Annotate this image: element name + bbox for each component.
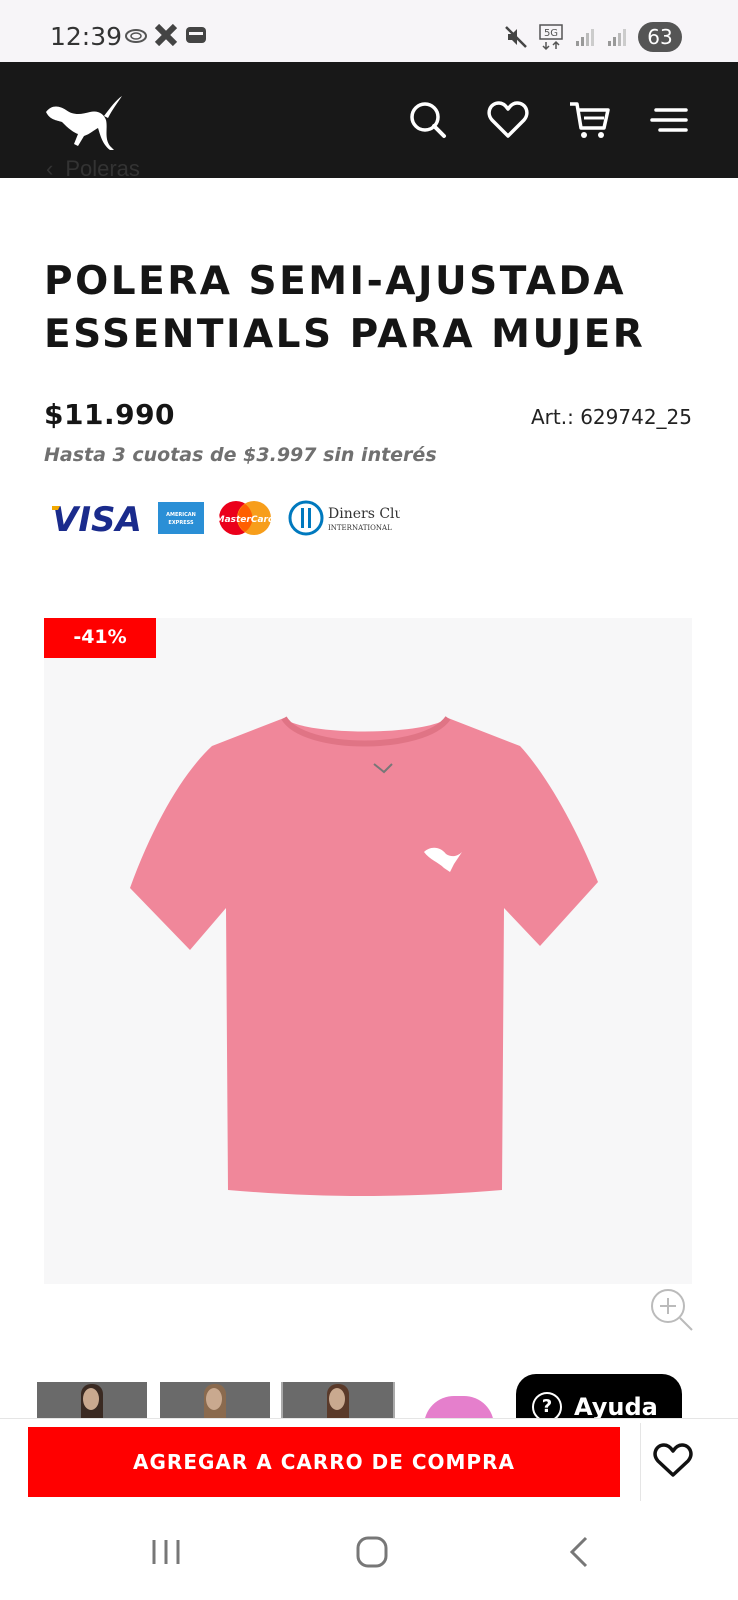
product-tshirt-image[interactable]	[124, 712, 608, 1212]
home-icon[interactable]	[352, 1532, 392, 1572]
thumbnail[interactable]	[37, 1382, 147, 1418]
cloud-icon	[125, 29, 147, 43]
mute-icon	[505, 26, 527, 48]
discount-badge: -41%	[44, 618, 156, 658]
status-bar: 12:39 5G 63	[0, 0, 738, 62]
article-number: Art.: 629742_25	[531, 405, 692, 429]
installments-text: Hasta 3 cuotas de $3.997 sin interés	[44, 444, 437, 466]
add-to-wishlist-button[interactable]	[640, 1423, 738, 1501]
svg-text:VISA: VISA	[52, 500, 142, 538]
svg-text:EXPRESS: EXPRESS	[168, 520, 194, 526]
zoom-in-icon[interactable]	[648, 1286, 694, 1332]
svg-text:Diners Club: Diners Club	[328, 506, 400, 522]
bottom-action-bar: AGREGAR A CARRO DE COMPRA	[0, 1418, 738, 1502]
chevron-left-icon: ‹	[46, 160, 54, 181]
thumbnail-selected[interactable]	[281, 1382, 395, 1418]
signal-icon	[576, 29, 594, 46]
status-right: 5G 63	[504, 22, 682, 52]
cart-icon[interactable]	[568, 98, 612, 142]
x-app-icon	[154, 24, 178, 46]
add-to-cart-button[interactable]: AGREGAR A CARRO DE COMPRA	[28, 1427, 620, 1497]
product-price: $11.990	[44, 398, 176, 431]
thumbnail-strip	[37, 1382, 516, 1418]
back-icon[interactable]	[560, 1532, 600, 1572]
breadcrumb[interactable]: ‹ Poleras	[46, 160, 140, 184]
diners-club-logo: Diners Club INTERNATIONAL	[288, 500, 400, 536]
wishlist-heart-icon[interactable]	[486, 98, 530, 142]
thumbnail[interactable]	[160, 1382, 270, 1418]
visa-logo: VISA	[52, 500, 142, 538]
amex-logo: AMERICAN EXPRESS	[158, 502, 204, 534]
svg-text:INTERNATIONAL: INTERNATIONAL	[328, 524, 392, 532]
menu-icon[interactable]	[648, 98, 692, 142]
wallet-icon	[186, 27, 206, 43]
mastercard-logo: MasterCard	[216, 501, 274, 535]
recent-apps-icon[interactable]	[146, 1532, 186, 1572]
puma-logo[interactable]	[44, 90, 124, 152]
search-icon[interactable]	[406, 98, 450, 142]
payment-methods: VISA AMERICAN EXPRESS MasterCard Diners …	[50, 494, 400, 542]
system-nav-bar	[0, 1502, 738, 1600]
status-time: 12:39	[50, 22, 123, 51]
signal-icon-2	[608, 29, 626, 46]
product-title: POLERA SEMI-AJUSTADA ESSENTIALS PARA MUJ…	[44, 259, 646, 357]
notification-icons	[124, 24, 208, 46]
svg-text:MasterCard: MasterCard	[216, 515, 274, 525]
battery-indicator: 63	[638, 22, 682, 52]
svg-text:5G: 5G	[544, 28, 558, 39]
svg-text:AMERICAN: AMERICAN	[166, 512, 196, 518]
heart-icon	[653, 1443, 693, 1477]
help-label: Ayuda	[574, 1393, 658, 1421]
breadcrumb-label: Poleras	[65, 160, 140, 181]
thumbnail[interactable]	[406, 1382, 516, 1418]
5g-icon: 5G	[539, 24, 563, 51]
